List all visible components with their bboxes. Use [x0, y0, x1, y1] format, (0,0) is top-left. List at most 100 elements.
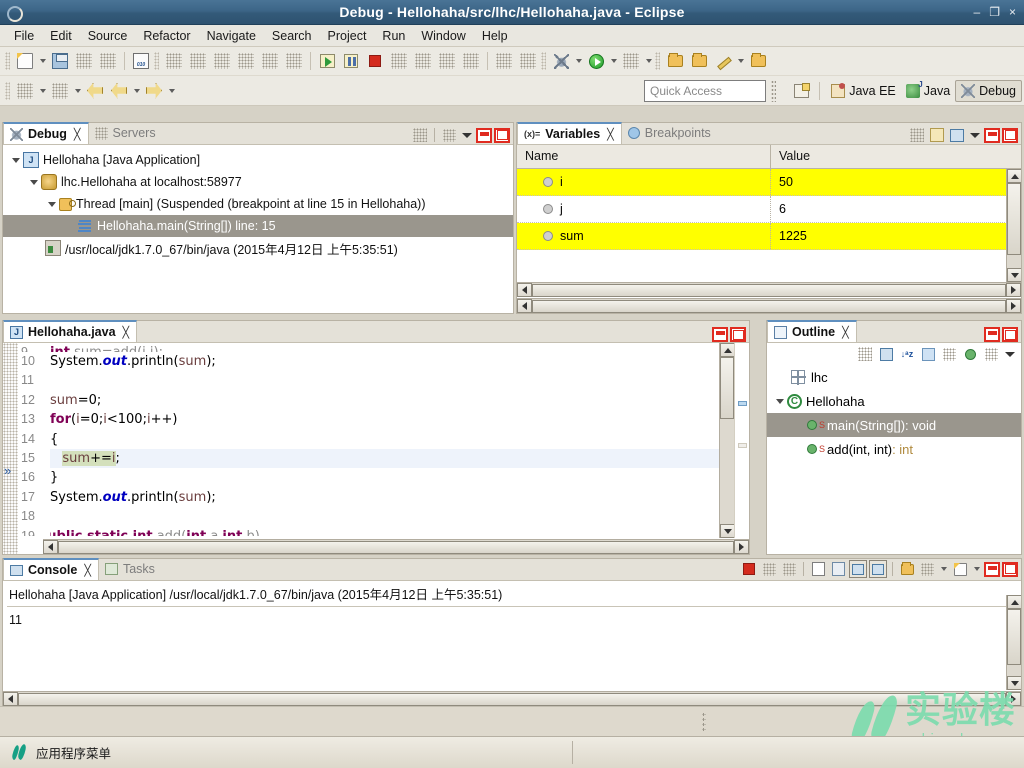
close-icon[interactable]: ╳	[842, 326, 849, 339]
scroll-down-button[interactable]	[1007, 268, 1021, 282]
hide-static-icon[interactable]	[940, 345, 958, 363]
tab-servers[interactable]: Servers	[89, 122, 163, 144]
editor-vertical-scrollbar[interactable]	[719, 343, 735, 538]
maximize-icon[interactable]	[730, 327, 746, 342]
minimize-icon[interactable]	[712, 327, 728, 342]
terminate-icon[interactable]	[740, 560, 758, 578]
gray-dropdown-icon-2[interactable]	[72, 80, 83, 102]
run-dropdown-icon[interactable]	[608, 50, 619, 72]
open-type-icon[interactable]	[688, 50, 710, 72]
scroll-down-button[interactable]	[1007, 676, 1021, 690]
open-task-icon[interactable]	[747, 50, 769, 72]
variables-vertical-scrollbar[interactable]	[1006, 169, 1021, 282]
editor-horizontal-scrollbar[interactable]	[43, 539, 749, 554]
close-icon[interactable]: ╳	[84, 564, 91, 577]
table-col-icon[interactable]	[259, 50, 281, 72]
step-into-icon[interactable]	[412, 50, 434, 72]
minimize-icon[interactable]	[476, 127, 492, 143]
table-grid-icon[interactable]	[235, 50, 257, 72]
open-perspective-icon[interactable]	[790, 80, 812, 102]
menu-search[interactable]: Search	[264, 27, 320, 45]
close-icon[interactable]: ╳	[123, 326, 130, 339]
scroll-right-button[interactable]	[734, 540, 749, 554]
collapse-icon[interactable]	[908, 126, 926, 144]
close-icon[interactable]: ╳	[607, 128, 614, 141]
open-console-icon[interactable]	[898, 560, 916, 578]
menu-run[interactable]: Run	[374, 27, 413, 45]
outline-row-class[interactable]: C Hellohaha	[767, 389, 1021, 413]
variable-value[interactable]: 6	[771, 202, 786, 216]
status-bar-grip[interactable]	[702, 712, 706, 732]
toolbar2-grip[interactable]	[5, 81, 10, 100]
perspective-debug[interactable]: Debug	[955, 80, 1022, 102]
scroll-lock-icon[interactable]	[829, 560, 847, 578]
hide-fields-icon[interactable]	[919, 345, 937, 363]
chevron-down-icon[interactable]	[460, 128, 474, 142]
toolbar-grip-4[interactable]	[655, 52, 660, 70]
open-folder-icon[interactable]	[664, 50, 686, 72]
back-with-star-icon[interactable]	[84, 80, 106, 102]
back-dropdown-icon[interactable]	[131, 80, 142, 102]
variable-value[interactable]: 1225	[771, 229, 807, 243]
column-header-name[interactable]: Name	[517, 145, 771, 168]
scroll-up-button[interactable]	[1007, 169, 1021, 183]
scroll-right-button[interactable]	[1006, 299, 1021, 313]
debug-as-icon[interactable]	[550, 50, 572, 72]
perspective-java-ee[interactable]: Java EE	[826, 81, 901, 101]
highlight-dropdown-icon[interactable]	[735, 50, 746, 72]
binary-010-icon[interactable]: 010	[130, 50, 152, 72]
twisty-icon[interactable]	[27, 180, 41, 185]
highlight-icon[interactable]	[712, 50, 734, 72]
tree-row-thread[interactable]: Thread [main] (Suspended (breakpoint at …	[3, 193, 513, 215]
disconnect-icon[interactable]	[388, 50, 410, 72]
scrollbar-thumb[interactable]	[1007, 183, 1021, 255]
variable-value[interactable]: 50	[771, 175, 793, 189]
toolbar-grip-3[interactable]	[541, 52, 546, 70]
scroll-left-button[interactable]	[43, 540, 58, 554]
scroll-left-button[interactable]	[3, 692, 18, 706]
scroll-down-button[interactable]	[720, 524, 735, 538]
back-icon[interactable]	[108, 80, 130, 102]
menu-file[interactable]: File	[6, 27, 42, 45]
gray-dropdown-icon[interactable]	[37, 80, 48, 102]
twisty-icon[interactable]	[45, 202, 59, 207]
tab-outline[interactable]: Outline ╳	[767, 320, 857, 342]
taskbar-app-menu[interactable]: 应用程序菜单	[0, 743, 111, 762]
close-window-button[interactable]: ×	[1009, 6, 1016, 18]
tab-variables[interactable]: (x)= Variables ╳	[517, 122, 622, 144]
grid-icon[interactable]	[493, 50, 515, 72]
variables-horizontal-scrollbar[interactable]	[517, 282, 1021, 297]
minimize-icon[interactable]	[984, 327, 1000, 342]
gray-tool-icon[interactable]	[97, 50, 119, 72]
perspective-java[interactable]: Java	[901, 80, 955, 101]
layout-icon[interactable]	[948, 126, 966, 144]
twisty-icon[interactable]	[9, 158, 23, 163]
run-as-icon[interactable]	[585, 50, 607, 72]
editor-marker-bar[interactable]	[3, 343, 18, 554]
close-icon[interactable]: ╳	[74, 128, 81, 141]
scrollbar-thumb[interactable]	[532, 283, 1006, 297]
hide-local-icon[interactable]	[982, 345, 1000, 363]
terminate-icon[interactable]	[364, 50, 386, 72]
debug-dropdown-icon[interactable]	[573, 50, 584, 72]
minimize-icon[interactable]	[984, 561, 1000, 577]
quick-access-input[interactable]: Quick Access	[644, 80, 766, 102]
external-tools-icon[interactable]	[620, 50, 642, 72]
editor-code-area[interactable]: int sum=add(i,j); System.out.println(sum…	[50, 343, 719, 554]
twisty-icon[interactable]	[773, 399, 787, 404]
pin-console-icon[interactable]	[849, 560, 867, 578]
save-icon[interactable]	[49, 50, 71, 72]
toolbar-grip[interactable]	[5, 52, 10, 70]
new-console-dropdown-icon[interactable]	[938, 558, 949, 580]
clear-console-icon[interactable]	[809, 560, 827, 578]
column-header-value[interactable]: Value	[771, 145, 818, 168]
new-dropdown-icon[interactable]	[37, 50, 48, 72]
minimize-icon[interactable]	[984, 127, 1000, 143]
outline-row-add-method[interactable]: S add(int, int) : int	[767, 437, 1021, 461]
forward-dropdown-icon[interactable]	[166, 80, 177, 102]
variables-outer-scrollbar[interactable]	[517, 298, 1021, 313]
view-menu-icon[interactable]	[440, 126, 458, 144]
gray-block-icon[interactable]	[211, 50, 233, 72]
scrollbar-thumb[interactable]	[720, 357, 734, 419]
open-dropdown-icon[interactable]	[971, 558, 982, 580]
